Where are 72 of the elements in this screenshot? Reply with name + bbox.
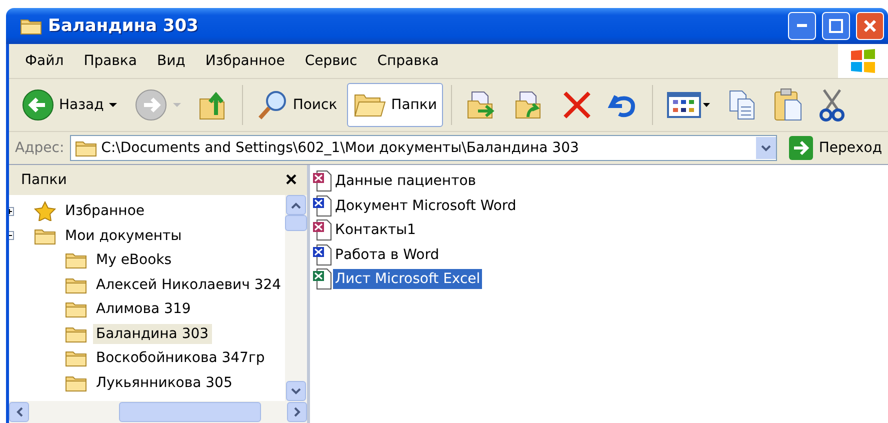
file-item[interactable]: Лист Microsoft Excel — [333, 269, 482, 290]
tree-item[interactable]: Алимова 319 — [93, 299, 194, 320]
menu-item[interactable]: Сервис — [294, 53, 368, 69]
menu-item[interactable]: Правка — [74, 53, 147, 69]
folder-icon — [65, 324, 87, 343]
caret-icon — [108, 102, 118, 108]
word-document-icon — [312, 194, 332, 217]
file-item[interactable]: Данные пациентов — [333, 171, 478, 192]
chevron-right-icon — [294, 407, 300, 417]
pane-title: Папки — [21, 172, 67, 188]
chevron-up-icon — [291, 202, 301, 208]
folder-icon — [65, 251, 87, 270]
file-item[interactable]: Документ Microsoft Word — [333, 196, 518, 216]
folder-icon — [34, 226, 56, 245]
delete-icon — [562, 90, 592, 120]
close-button[interactable] — [856, 12, 884, 40]
views-icon — [667, 91, 711, 119]
go-button[interactable]: Переход — [782, 134, 888, 162]
star-icon — [34, 201, 56, 222]
folder-icon — [65, 349, 87, 368]
back-button[interactable]: Назад — [15, 83, 124, 127]
paste-icon — [773, 88, 803, 122]
tree-item[interactable]: Мои документы — [62, 226, 185, 246]
caret-icon — [172, 102, 182, 108]
tree-item[interactable]: My eBooks — [93, 250, 175, 270]
vertical-scrollbar[interactable] — [285, 195, 307, 401]
minimize-icon — [797, 24, 807, 28]
file-item[interactable]: Контакты1 — [333, 220, 418, 240]
excel-document-icon — [312, 268, 332, 290]
menu-item[interactable]: Вид — [146, 53, 196, 69]
menu-item[interactable]: Избранное — [195, 53, 295, 69]
address-label: Адрес: — [15, 140, 64, 156]
folder-icon — [65, 374, 87, 392]
tree-item[interactable]: Избранное — [62, 201, 148, 222]
file-item[interactable]: Работа в Word — [333, 244, 442, 265]
window-title: Баландина 303 — [48, 16, 200, 36]
chevron-left-icon — [16, 407, 22, 417]
window-folder-icon — [20, 17, 42, 35]
access-document-icon — [312, 219, 332, 242]
copy-icon — [727, 89, 757, 121]
folders-button[interactable]: Папки — [347, 83, 443, 127]
tree-item[interactable]: Баландина 303 — [93, 324, 212, 344]
scroll-up-button[interactable] — [286, 195, 306, 215]
scroll-left-button[interactable] — [9, 402, 29, 422]
folder-icon — [65, 276, 87, 294]
scroll-down-button[interactable] — [286, 381, 306, 401]
tree-item[interactable]: Лукьянникова 305 — [93, 372, 236, 393]
chevron-down-icon — [291, 388, 301, 394]
address-field[interactable]: C:\Documents and Settings\602_1\Мои документы\Баландина 303 — [70, 135, 777, 161]
close-icon — [863, 19, 877, 33]
scissors-icon — [819, 88, 845, 122]
maximize-button[interactable] — [822, 12, 850, 40]
horizontal-scrollbar[interactable] — [9, 401, 307, 423]
maximize-icon — [829, 19, 843, 33]
scroll-thumb[interactable] — [285, 215, 307, 231]
word-document-icon — [312, 244, 332, 266]
access-document-icon — [312, 170, 332, 192]
pane-close-button[interactable]: × — [285, 170, 297, 190]
tree-item[interactable]: Алексей Николаевич 324 — [93, 274, 284, 295]
folder-icon — [65, 300, 87, 318]
windows-logo-icon — [838, 44, 888, 78]
search-button[interactable]: Поиск — [250, 83, 344, 127]
tree-item[interactable]: Воскобойникова 347гр — [93, 348, 268, 368]
scroll-right-button[interactable] — [287, 402, 307, 422]
menu-item[interactable]: Справка — [367, 53, 449, 69]
search-icon — [256, 89, 289, 121]
folder-icon — [75, 139, 98, 157]
minimize-button[interactable] — [788, 12, 816, 40]
chevron-down-icon — [760, 144, 771, 152]
scroll-thumb[interactable] — [119, 402, 261, 422]
dropdown-button[interactable] — [756, 137, 776, 159]
menu-item[interactable]: Файл — [15, 53, 74, 69]
